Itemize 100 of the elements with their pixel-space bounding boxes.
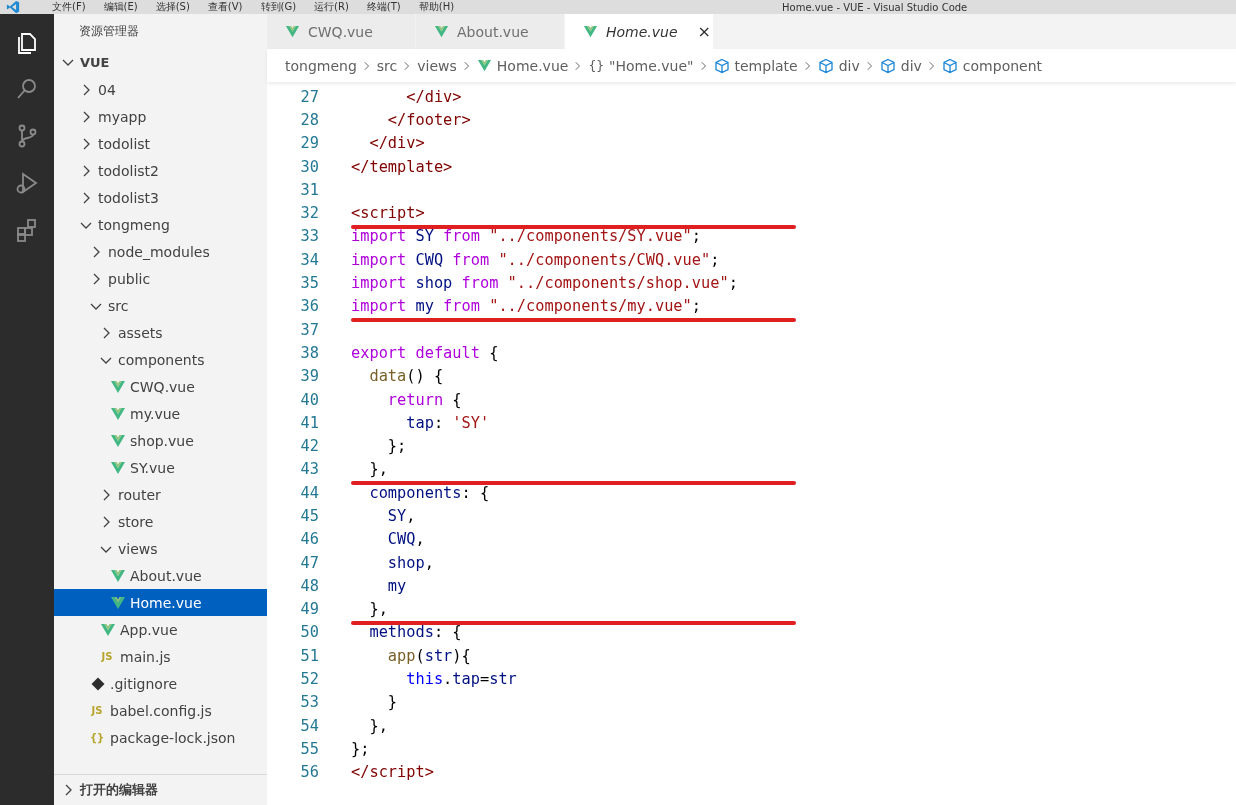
tree-item[interactable]: public — [54, 265, 267, 292]
v-logo-icon — [110, 432, 126, 449]
menu-item[interactable]: 选择(S) — [155, 0, 190, 14]
breadcrumb-item[interactable]: src — [376, 57, 398, 74]
line-number: 31 — [299, 180, 319, 199]
file-name: main.js — [120, 648, 171, 665]
menu-item[interactable]: 编辑(E) — [103, 0, 138, 14]
tree-item[interactable]: tongmeng — [54, 211, 267, 238]
v-logo-icon — [583, 24, 598, 39]
tree-item[interactable]: JS main.js — [54, 643, 267, 670]
tree-item[interactable]: router — [54, 481, 267, 508]
explorer-title: 资源管理器 — [78, 23, 140, 40]
tree-item[interactable]: store — [54, 508, 267, 535]
code-line: import my from "../components/my.vue"; — [351, 297, 701, 316]
breadcrumb-item[interactable]: {} "Home.vue" — [588, 57, 694, 74]
breadcrumb-item[interactable]: div — [879, 57, 922, 74]
tree-item[interactable]: assets — [54, 319, 267, 346]
tree-item[interactable]: todolist3 — [54, 184, 267, 211]
editor-tab[interactable]: CWQ.vue — [267, 14, 416, 49]
tree-item[interactable]: components — [54, 346, 267, 373]
code-line: this.tap=str — [405, 670, 517, 689]
code-line: my — [386, 576, 407, 595]
code-line: }; — [386, 437, 407, 456]
file-name: my.vue — [130, 405, 181, 422]
v-logo-icon — [110, 567, 126, 584]
editor-tab[interactable]: About.vue — [416, 14, 565, 49]
menu-item[interactable]: 转到(G) — [260, 0, 297, 14]
line-number: 52 — [299, 670, 319, 689]
breadcrumb-item[interactable]: component — [941, 57, 1043, 74]
code-line: tap: 'SY' — [405, 413, 490, 432]
code-line: }, — [368, 716, 388, 735]
line-number: 43 — [299, 460, 319, 479]
menu-item[interactable]: 文件(F) — [52, 0, 86, 14]
code-line: methods: { — [368, 623, 462, 642]
app-logo-icon — [6, 0, 20, 14]
v-logo-icon — [476, 58, 492, 73]
v-logo-icon — [434, 24, 449, 39]
open-editors-header[interactable]: 打开的编辑器 — [54, 774, 267, 805]
code-line: } — [386, 693, 398, 712]
tree-item[interactable]: 04 — [54, 76, 267, 103]
file-name: todolist — [98, 135, 151, 152]
braces-icon: {} — [588, 58, 605, 73]
code-line: }; — [351, 739, 370, 758]
tree-item[interactable]: About.vue — [54, 562, 267, 589]
breadcrumb-label: template — [734, 57, 798, 74]
menu-item[interactable]: 查看(V) — [207, 0, 243, 14]
code-line: </footer> — [386, 110, 471, 129]
line-number: 54 — [299, 716, 319, 735]
file-type-icon: JS — [98, 651, 116, 662]
diamond-icon — [90, 675, 106, 692]
file-name: 04 — [98, 81, 116, 98]
tree-item[interactable]: src — [54, 292, 267, 319]
menu-item[interactable]: 终端(T) — [366, 0, 401, 14]
breadcrumb-item[interactable]: template — [713, 57, 798, 74]
tree-item[interactable]: Home.vue — [54, 589, 267, 616]
file-name: views — [118, 540, 158, 557]
tree-item[interactable]: App.vue — [54, 616, 267, 643]
breadcrumb-item[interactable]: Home.vue — [476, 57, 569, 74]
section-title: 打开的编辑器 — [80, 781, 158, 799]
file-name: babel.config.js — [110, 702, 212, 719]
file-name: App.vue — [120, 621, 178, 638]
code-line: </template> — [351, 157, 453, 176]
tree-item[interactable]: views — [54, 535, 267, 562]
tree-item[interactable]: JS babel.config.js — [54, 697, 267, 724]
line-number: 44 — [299, 483, 319, 502]
tree-item[interactable]: my.vue — [54, 400, 267, 427]
tree-item[interactable]: todolist — [54, 130, 267, 157]
tab-label: Home.vue — [606, 23, 678, 40]
menu-item[interactable]: 运行(R) — [314, 0, 349, 14]
tree-item[interactable]: shop.vue — [54, 427, 267, 454]
tree-item[interactable]: node_modules — [54, 238, 267, 265]
v-logo-icon — [110, 459, 126, 476]
workspace-root[interactable]: VUE — [54, 48, 267, 76]
file-name: myapp — [98, 108, 147, 125]
code-line: <script> — [351, 204, 425, 223]
tree-item[interactable]: myapp — [54, 103, 267, 130]
tree-item[interactable]: SY.vue — [54, 454, 267, 481]
breadcrumb-item[interactable]: div — [817, 57, 860, 74]
file-name: src — [108, 297, 129, 314]
breadcrumb-item[interactable]: tongmeng — [285, 57, 357, 74]
tree-item[interactable]: CWQ.vue — [54, 373, 267, 400]
line-number: 27 — [299, 87, 319, 106]
file-name: router — [118, 486, 161, 503]
close-icon[interactable]: × — [697, 22, 711, 41]
v-logo-icon — [285, 24, 300, 39]
line-number: 28 — [299, 110, 319, 129]
code-line: export default { — [351, 343, 499, 362]
file-name: public — [108, 270, 151, 287]
tree-item[interactable]: .gitignore — [54, 670, 267, 697]
line-number: 39 — [299, 367, 319, 386]
cube-icon — [713, 57, 730, 74]
editor-tab[interactable]: Home.vue × — [565, 14, 714, 49]
breadcrumb-label: Home.vue — [496, 57, 569, 74]
line-number: 51 — [299, 646, 319, 665]
line-number: 42 — [299, 437, 319, 456]
tree-item[interactable]: todolist2 — [54, 157, 267, 184]
breadcrumb-label: component — [962, 57, 1043, 74]
breadcrumb-item[interactable]: views — [417, 57, 457, 74]
menu-item[interactable]: 帮助(H) — [418, 0, 455, 14]
tree-item[interactable]: {} package-lock.json — [54, 724, 267, 751]
